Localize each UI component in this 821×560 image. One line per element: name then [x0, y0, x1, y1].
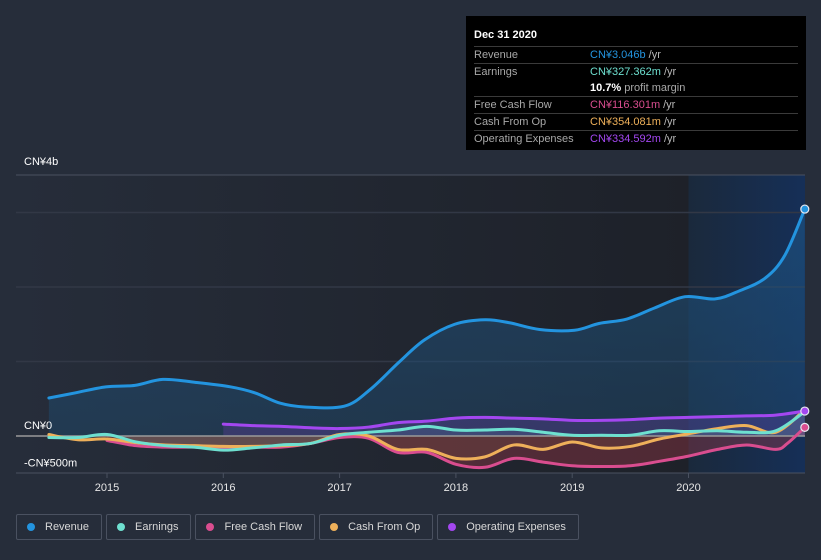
tooltip-label: Cash From Op — [474, 116, 547, 128]
x-ticks: 2015 2016 2017 2018 2019 2020 — [95, 473, 701, 494]
x-tick-label: 2016 — [211, 482, 235, 494]
x-tick-label: 2017 — [327, 482, 351, 494]
x-tick-label: 2018 — [444, 482, 468, 494]
tooltip-unit: /yr — [663, 116, 677, 128]
y-axis-label: CN¥4b — [24, 156, 58, 168]
profit-margin-value: 10.7% — [590, 82, 622, 94]
tooltip-unit: /yr — [663, 66, 677, 78]
legend-label: Revenue — [45, 521, 90, 533]
profit-margin-label: profit margin — [624, 82, 686, 94]
revenue-end-marker — [800, 204, 810, 214]
y-axis-label: CN¥0 — [24, 420, 52, 432]
tooltip-row-revenue: Revenue CN¥3.046b /yr — [474, 47, 798, 64]
legend-item-operating-expenses[interactable]: Operating Expenses — [437, 514, 579, 540]
tooltip-unit: /yr — [648, 49, 661, 61]
legend-label: Earnings — [135, 521, 179, 533]
legend-dot-icon — [27, 523, 35, 531]
legend-item-revenue[interactable]: Revenue — [16, 514, 103, 540]
tooltip-label: Free Cash Flow — [474, 99, 552, 111]
legend-label: Free Cash Flow — [224, 521, 303, 533]
tooltip-row-profit-margin: 10.7% profit margin — [474, 80, 798, 97]
tooltip-date: Dec 31 2020 — [474, 24, 798, 47]
legend-label: Cash From Op — [348, 521, 421, 533]
tooltip: Dec 31 2020 Revenue CN¥3.046b /yr Earnin… — [466, 16, 806, 150]
legend-label: Operating Expenses — [466, 521, 566, 533]
tooltip-label — [474, 80, 590, 96]
x-tick-label: 2015 — [95, 482, 119, 494]
legend-dot-icon — [117, 523, 126, 531]
tooltip-value: CN¥116.301m — [590, 99, 661, 111]
legend: Revenue Earnings Free Cash Flow Cash Fro… — [16, 514, 579, 540]
operating-expenses-end-marker — [800, 406, 810, 416]
legend-item-cash-from-op[interactable]: Cash From Op — [319, 514, 434, 540]
tooltip-value: CN¥334.592m — [590, 133, 661, 145]
legend-dot-icon — [206, 523, 215, 531]
tooltip-label: Earnings — [474, 66, 518, 78]
legend-item-free-cash-flow[interactable]: Free Cash Flow — [195, 514, 316, 540]
tooltip-label: Operating Expenses — [474, 133, 574, 145]
tooltip-label: Revenue — [474, 49, 519, 61]
tooltip-unit: /yr — [663, 133, 677, 145]
legend-item-earnings[interactable]: Earnings — [106, 514, 192, 540]
legend-dot-icon — [330, 523, 339, 531]
x-tick-label: 2019 — [560, 482, 584, 494]
tooltip-row-cash-from-op: Cash From Op CN¥354.081m /yr — [474, 114, 798, 131]
tooltip-value: CN¥3.046b — [590, 49, 646, 61]
tooltip-row-free-cash-flow: Free Cash Flow CN¥116.301m /yr — [474, 97, 798, 114]
tooltip-row-operating-expenses: Operating Expenses CN¥334.592m /yr — [474, 131, 798, 147]
tooltip-value: CN¥327.362m — [590, 66, 661, 78]
x-tick-label: 2020 — [676, 482, 700, 494]
legend-dot-icon — [448, 523, 457, 531]
y-axis-label: -CN¥500m — [24, 457, 77, 469]
tooltip-value: CN¥354.081m — [590, 116, 661, 128]
tooltip-unit: /yr — [663, 99, 676, 111]
free-cash-flow-end-marker — [800, 422, 810, 432]
tooltip-row-earnings: Earnings CN¥327.362m /yr — [474, 64, 798, 80]
